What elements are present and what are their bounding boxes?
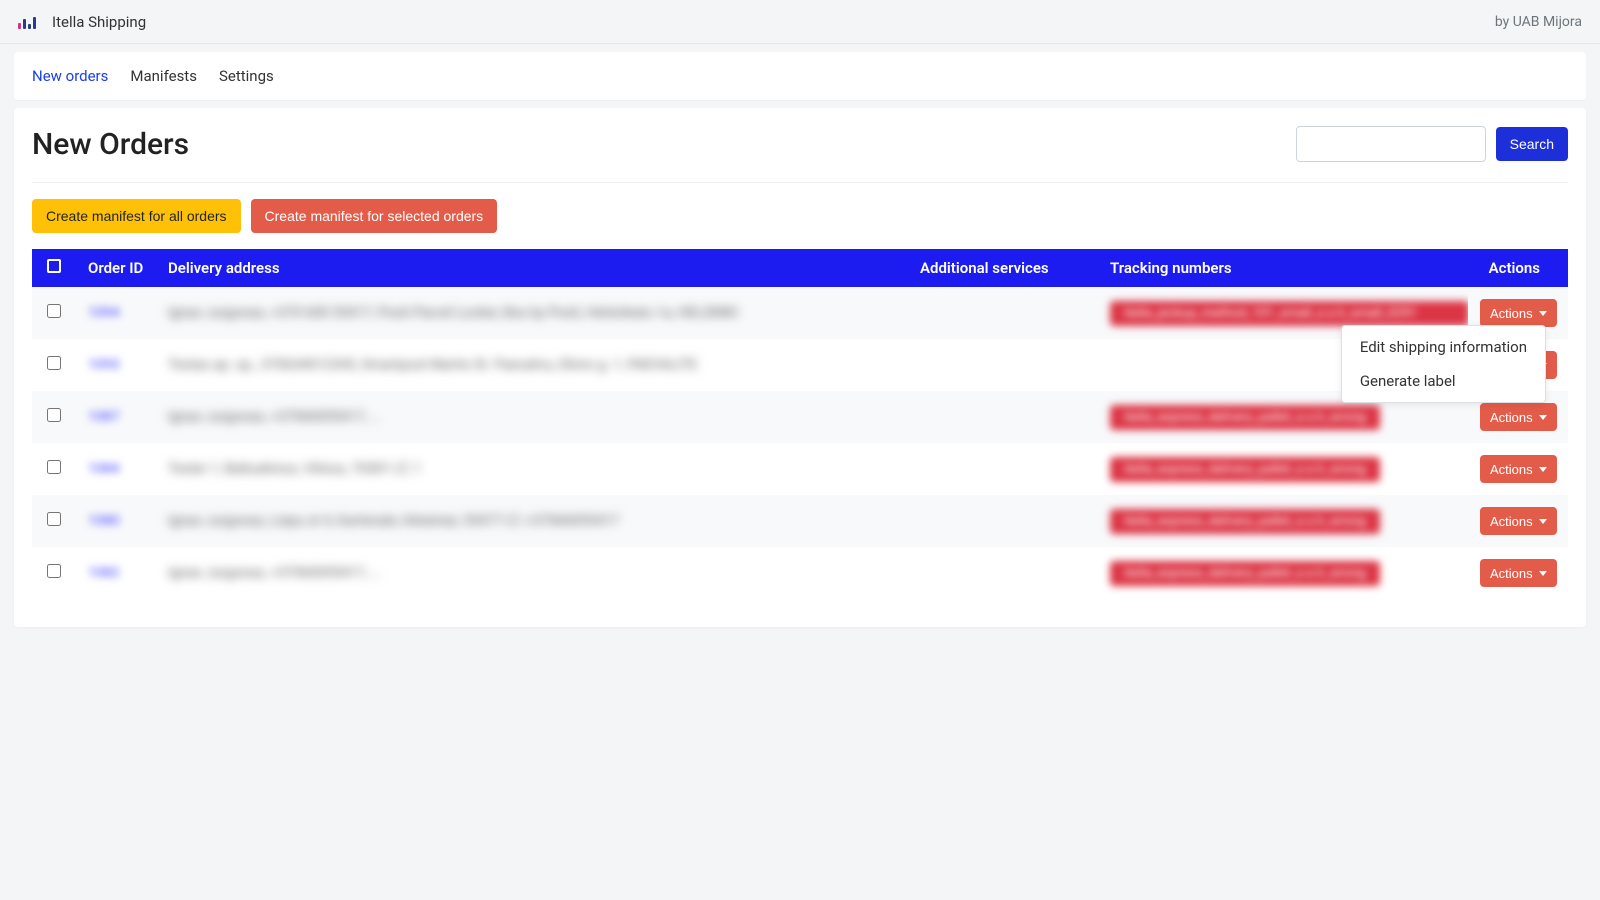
col-tracking-numbers: Tracking numbers [1098, 249, 1468, 287]
caret-down-icon [1539, 519, 1547, 524]
caret-down-icon [1539, 467, 1547, 472]
actions-button-label: Actions [1490, 566, 1533, 581]
tracking-badge: itella_express_delivery_pallet_s.s.h_wro… [1110, 405, 1380, 430]
table-row: 1082 Ignas Jurgonas, +37060055417, … itell… [32, 547, 1568, 599]
row-checkbox[interactable] [47, 304, 61, 318]
orders-table: Order ID Delivery address Additional ser… [32, 249, 1568, 599]
actions-button[interactable]: Actions [1480, 403, 1557, 431]
create-manifest-selected-button[interactable]: Create manifest for selected orders [251, 199, 498, 233]
table-row: 1094 Ignas Jurgonas, +370 600 55417, Post… [32, 287, 1568, 339]
row-checkbox[interactable] [47, 460, 61, 474]
table-row: 1080 Ignas Jurgonas, Liepu st 4, Kartenal… [32, 495, 1568, 547]
additional-services-cell [908, 443, 1098, 495]
search-input[interactable] [1296, 126, 1486, 162]
main-card: New Orders Search Create manifest for al… [14, 108, 1586, 627]
order-id-link[interactable]: 1087 [88, 409, 119, 425]
delivery-address: Ignas Jurgonas, +370 600 55417, Posti Pa… [168, 305, 738, 321]
delivery-address: Ignas Jurgonas, +37060055417, … [168, 565, 381, 581]
tracking-badge: itella_express_delivery_pallet_s.s.h_wro… [1110, 561, 1380, 586]
delivery-address: Ignas Jurgonas, Liepu st 4, Kartenale, K… [168, 513, 619, 529]
actions-button-label: Actions [1490, 514, 1533, 529]
table-row: 1084 Tester 1, Baltuskinos, Vilnius, 7030… [32, 443, 1568, 495]
row-checkbox[interactable] [47, 564, 61, 578]
actions-button-label: Actions [1490, 306, 1533, 321]
additional-services-cell [908, 547, 1098, 599]
actions-button-label: Actions [1490, 410, 1533, 425]
tracking-badge: itella_express_delivery_pallet_s.s.h_wro… [1110, 509, 1380, 534]
col-delivery-address: Delivery address [156, 249, 908, 287]
delivery-address: Tester 1, Baltuskinos, Vilnius, 70301 LT… [168, 461, 421, 477]
dropdown-edit-shipping[interactable]: Edit shipping information [1342, 330, 1545, 364]
additional-services-cell [908, 287, 1098, 339]
app-title: Itella Shipping [52, 13, 146, 31]
caret-down-icon [1539, 311, 1547, 316]
app-logo-icon [18, 15, 42, 29]
tab-settings[interactable]: Settings [219, 67, 274, 85]
select-all-checkbox[interactable] [47, 259, 61, 273]
order-id-link[interactable]: 1094 [88, 305, 119, 321]
vendor-label: by UAB Mijora [1495, 14, 1582, 30]
search-button[interactable]: Search [1496, 127, 1568, 161]
caret-down-icon [1539, 571, 1547, 576]
order-id-link[interactable]: 1093 [88, 357, 119, 373]
tab-manifests[interactable]: Manifests [130, 67, 197, 85]
create-manifest-all-button[interactable]: Create manifest for all orders [32, 199, 241, 233]
actions-button[interactable]: Actions [1480, 299, 1557, 327]
page-title: New Orders [32, 127, 189, 162]
topbar: Itella Shipping by UAB Mijora [0, 0, 1600, 44]
table-row: 1087 Ignas Jurgonas, +37060055417, … itell… [32, 391, 1568, 443]
col-actions: Actions [1468, 249, 1568, 287]
additional-services-cell [908, 391, 1098, 443]
row-checkbox[interactable] [47, 408, 61, 422]
additional-services-cell [908, 339, 1098, 391]
col-order-id: Order ID [76, 249, 156, 287]
order-id-link[interactable]: 1084 [88, 461, 119, 477]
nav-tabs: New orders Manifests Settings [14, 52, 1586, 100]
row-checkbox[interactable] [47, 512, 61, 526]
table-row: 1093 Testas ap. sp., 370634012345, Smartp… [32, 339, 1568, 391]
col-additional-services: Additional services [908, 249, 1098, 287]
actions-button[interactable]: Actions [1480, 507, 1557, 535]
caret-down-icon [1539, 415, 1547, 420]
delivery-address: Testas ap. sp., 370634012345, Smartpost … [168, 357, 697, 373]
additional-services-cell [908, 495, 1098, 547]
order-id-link[interactable]: 1080 [88, 513, 119, 529]
actions-button[interactable]: Actions [1480, 455, 1557, 483]
row-checkbox[interactable] [47, 356, 61, 370]
actions-button-label: Actions [1490, 462, 1533, 477]
actions-dropdown: Edit shipping informationGenerate label [1341, 325, 1546, 403]
delivery-address: Ignas Jurgonas, +37060055417, … [168, 409, 381, 425]
tab-new-orders[interactable]: New orders [32, 67, 108, 85]
tracking-badge: itella_express_delivery_pallet_s.s.h_wro… [1110, 457, 1380, 482]
dropdown-generate-label[interactable]: Generate label [1342, 364, 1545, 398]
actions-button[interactable]: Actions [1480, 559, 1557, 587]
tracking-badge: itella_pickup_method_101_small_s.s.h_sma… [1110, 301, 1469, 326]
order-id-link[interactable]: 1082 [88, 565, 119, 581]
